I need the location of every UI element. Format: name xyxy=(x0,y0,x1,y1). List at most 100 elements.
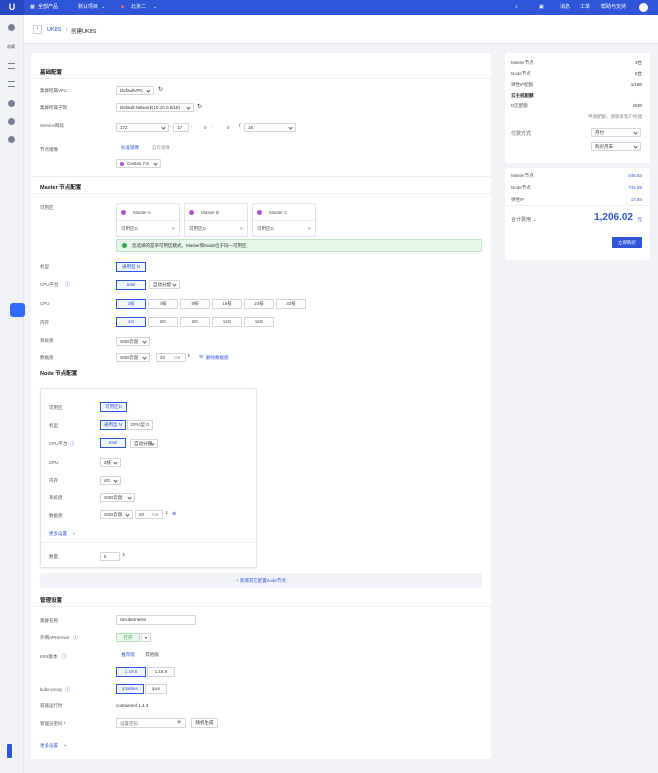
node-mem-select[interactable]: 4G xyxy=(100,476,121,485)
master-mem-option-4[interactable]: 16G xyxy=(244,317,274,327)
password-input[interactable] xyxy=(116,718,186,728)
node-az-option[interactable]: 可用区D xyxy=(100,402,127,412)
master-cpu-platform-intel[interactable]: Intel xyxy=(116,280,146,290)
random-password-button[interactable]: 随机生成 xyxy=(191,718,218,728)
cidr-fourth-octet[interactable]: 0 xyxy=(227,125,230,130)
master-mem-option-0[interactable]: 4G xyxy=(116,317,146,327)
help-icon[interactable]: ⓘ xyxy=(65,686,70,693)
project-select[interactable]: 默认项目 xyxy=(78,0,98,15)
master-card-c[interactable]: Master C 可用区D × xyxy=(252,203,316,237)
master-card-b[interactable]: Master B 可用区D × xyxy=(184,203,248,237)
region-select[interactable]: 北京二 xyxy=(131,0,146,15)
master-cpu-option-1[interactable]: 4核 xyxy=(148,299,178,309)
master-datadisk-size[interactable]: 20 GB xyxy=(156,353,186,362)
master-cpu-option-5[interactable]: 32核 xyxy=(276,299,306,309)
help-icon[interactable]: ⓘ xyxy=(73,634,78,641)
eye-icon[interactable]: ◉ xyxy=(177,719,181,725)
shield-icon[interactable] xyxy=(8,24,15,31)
pay-mode-select[interactable]: 月付 xyxy=(591,128,641,137)
apiserver-dropdown[interactable]: ▾ xyxy=(141,633,151,642)
node-count-input[interactable]: 5 xyxy=(100,552,120,561)
manage-more-settings[interactable]: 更多设置 xyxy=(40,743,58,749)
tab-other-version[interactable]: 其他版 xyxy=(140,651,164,661)
remove-datadisk-link[interactable]: 删除数据盘 xyxy=(206,355,229,361)
vpc-select[interactable]: DefaultVPC xyxy=(116,86,154,95)
scroll-indicator[interactable] xyxy=(7,744,12,758)
master-model-general[interactable]: 通用型 N xyxy=(116,262,146,272)
proxy-ipvs[interactable]: ipvs xyxy=(145,684,167,694)
settings-icon[interactable] xyxy=(8,136,15,143)
master-sysdisk-select[interactable]: SSD云盘 xyxy=(116,337,150,346)
cloud-icon[interactable] xyxy=(8,100,15,107)
total-label[interactable]: 合计费用 ⌄ xyxy=(511,216,537,223)
proxy-iptables[interactable]: iptables xyxy=(116,684,144,694)
notification-icon[interactable]: ▣ xyxy=(539,0,544,15)
master-datadisk-select[interactable]: SSD云盘 xyxy=(116,353,150,362)
stepper-icon[interactable]: ⇕ xyxy=(187,353,190,358)
master-mem-option-1[interactable]: 6G xyxy=(148,317,178,327)
close-icon[interactable]: × xyxy=(308,226,311,231)
buy-now-button[interactable]: 立即购买 xyxy=(612,237,642,248)
add-circle-icon[interactable]: ⊕ xyxy=(172,511,176,517)
tab-recommended-version[interactable]: 推荐版 xyxy=(116,651,140,661)
master-zone-select[interactable]: 可用区D xyxy=(121,226,138,232)
k8s-version-1-18-9[interactable]: 1.18.9 xyxy=(147,667,175,677)
stepper-icon[interactable]: ⇕ xyxy=(165,510,168,515)
node-model-gpu[interactable]: GPU型 G xyxy=(127,420,153,430)
grid-icon[interactable]: ▦ xyxy=(30,0,35,15)
cluster-name-input[interactable]: UKubernetes xyxy=(116,615,196,625)
node-cpu-select[interactable]: 2核 xyxy=(100,458,121,467)
image-select[interactable]: Centos 7.6 xyxy=(116,159,161,168)
node-datadisk-select[interactable]: SSD云盘 xyxy=(100,510,133,519)
list-icon[interactable] xyxy=(8,63,15,69)
back-button[interactable]: ‹ xyxy=(33,25,42,34)
node-cpu-platform-intel[interactable]: Intel xyxy=(100,438,126,448)
network-icon[interactable] xyxy=(8,118,15,125)
help-icon[interactable]: ⓘ xyxy=(65,281,70,288)
master-mem-option-3[interactable]: 12G xyxy=(212,317,242,327)
tickets-link[interactable]: 工单 xyxy=(580,0,590,15)
stepper-icon[interactable]: ⇕ xyxy=(122,552,125,557)
search-icon[interactable]: ⌕ xyxy=(515,0,518,15)
help-link[interactable]: 帮助与支持 xyxy=(601,0,626,15)
help-icon[interactable]: ⓘ xyxy=(70,440,75,447)
cidr-third-octet[interactable]: 0 xyxy=(204,125,207,130)
help-icon[interactable]: ⓘ xyxy=(62,653,67,660)
master-cpu-option-4[interactable]: 24核 xyxy=(244,299,274,309)
refresh-icon[interactable]: ↻ xyxy=(158,86,163,93)
apiserver-select[interactable]: 打开 xyxy=(116,633,140,642)
avatar[interactable] xyxy=(639,3,648,12)
node-datadisk-size[interactable]: 20 GB xyxy=(135,510,163,519)
master-cpu-option-0[interactable]: 2核 xyxy=(116,299,146,309)
refresh-icon[interactable]: ↻ xyxy=(197,103,202,110)
master-card-a[interactable]: Master A 可用区D × xyxy=(116,203,180,237)
k8s-version-1-19-5[interactable]: 1.19.5 xyxy=(116,667,146,677)
master-zone-select[interactable]: 可用区D xyxy=(257,226,274,232)
cidr-mask-select[interactable]: 16 xyxy=(244,123,296,132)
node-model-general[interactable]: 通用型 N xyxy=(100,420,126,430)
node-sysdisk-select[interactable]: SSD云盘 xyxy=(100,493,135,502)
cidr-first-octet[interactable]: 172 xyxy=(116,123,169,132)
breadcrumb-parent[interactable]: UK8S xyxy=(47,27,61,33)
add-node-config-button[interactable]: + 新增其它配置node节点 xyxy=(40,573,482,588)
messages-link[interactable]: 消息 xyxy=(560,0,570,15)
quota-note[interactable]: 申请配额，请联系客户经理 xyxy=(588,114,642,120)
brand-logo[interactable]: U xyxy=(0,0,24,15)
node-more-settings[interactable]: 更多设置 xyxy=(49,531,67,537)
tab-standard-image[interactable]: 标准镜像 xyxy=(116,144,144,154)
master-cpu-option-2[interactable]: 8核 xyxy=(180,299,210,309)
product-menu[interactable]: 全部产品 xyxy=(38,0,58,15)
grid-icon[interactable] xyxy=(8,81,15,87)
master-zone-select[interactable]: 可用区D xyxy=(189,226,206,232)
subnet-select[interactable]: Default Network(10.10.0.0/16) xyxy=(116,103,194,112)
pay-term-select[interactable]: 购买月末 xyxy=(591,142,641,151)
chat-assistant-icon[interactable] xyxy=(10,303,25,317)
remove-circle-icon[interactable]: ⊖ xyxy=(199,354,203,360)
close-icon[interactable]: × xyxy=(172,226,175,231)
master-mem-option-2[interactable]: 8G xyxy=(180,317,210,327)
node-cpu-platform-auto[interactable]: 自动分配 xyxy=(130,439,158,448)
master-cpu-platform-auto[interactable]: 自动分配 xyxy=(149,280,180,289)
cidr-second-octet[interactable]: 17 xyxy=(173,123,189,132)
master-cpu-option-3[interactable]: 16核 xyxy=(212,299,242,309)
tab-custom-image[interactable]: 自有镜像 xyxy=(147,144,175,154)
